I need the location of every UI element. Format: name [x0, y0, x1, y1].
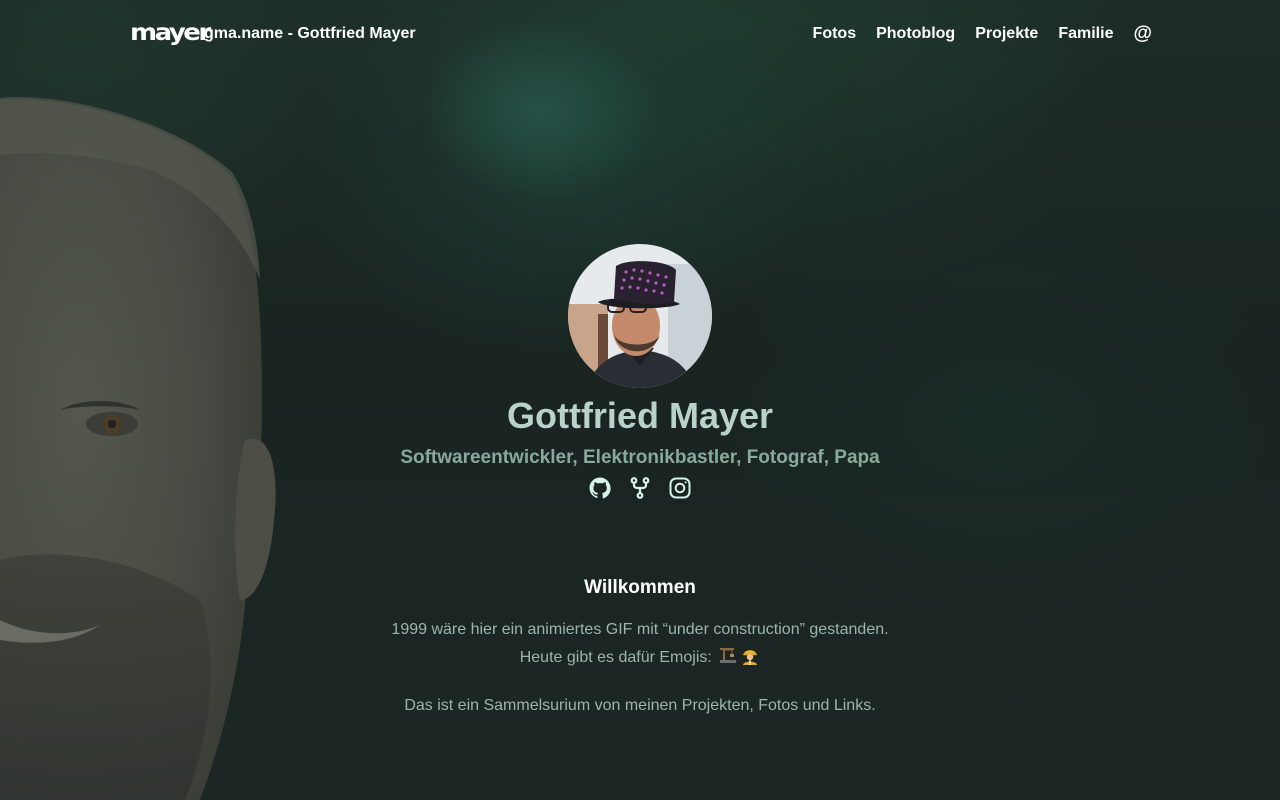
menu-item-fotos[interactable]: Fotos — [813, 25, 857, 43]
contact-at-link[interactable]: @ — [1133, 24, 1152, 43]
construction-worker-emoji — [740, 645, 760, 665]
main-menu: Fotos Photoblog Projekte Familie @ — [813, 24, 1152, 43]
person-name: Gottfried Mayer — [506, 395, 774, 436]
menu-item-projekte[interactable]: Projekte — [975, 25, 1038, 43]
person-tagline: Softwareentwickler, Elektronikbastler, F… — [400, 447, 880, 468]
social-links — [588, 476, 692, 500]
menu-item-photoblog[interactable]: Photoblog — [876, 25, 955, 43]
description-paragraph: Das ist ein Sammelsurium von meinen Proj… — [404, 697, 876, 714]
top-navigation: mayer gma.name - Gottfried Mayer Fotos P… — [0, 0, 1280, 68]
github-icon[interactable] — [588, 476, 612, 500]
git-fork-icon[interactable] — [628, 476, 652, 500]
building-construction-emoji — [718, 645, 738, 665]
intro-line-2-wrapper: Heute gibt es dafür Emojis: — [0, 644, 1280, 672]
intro-paragraph: 1999 wäre hier ein animiertes GIF mit “u… — [0, 616, 1280, 672]
site-title-link[interactable]: gma.name - Gottfried Mayer — [204, 25, 416, 43]
welcome-heading: Willkommen — [584, 577, 696, 598]
profile-avatar — [568, 244, 712, 388]
menu-item-familie[interactable]: Familie — [1058, 25, 1113, 43]
intro-line-2: Heute gibt es dafür Emojis: — [519, 649, 712, 666]
intro-line-1: 1999 wäre hier ein animiertes GIF mit “u… — [391, 621, 889, 638]
site-logo[interactable]: mayer — [130, 20, 211, 45]
instagram-icon[interactable] — [668, 476, 692, 500]
